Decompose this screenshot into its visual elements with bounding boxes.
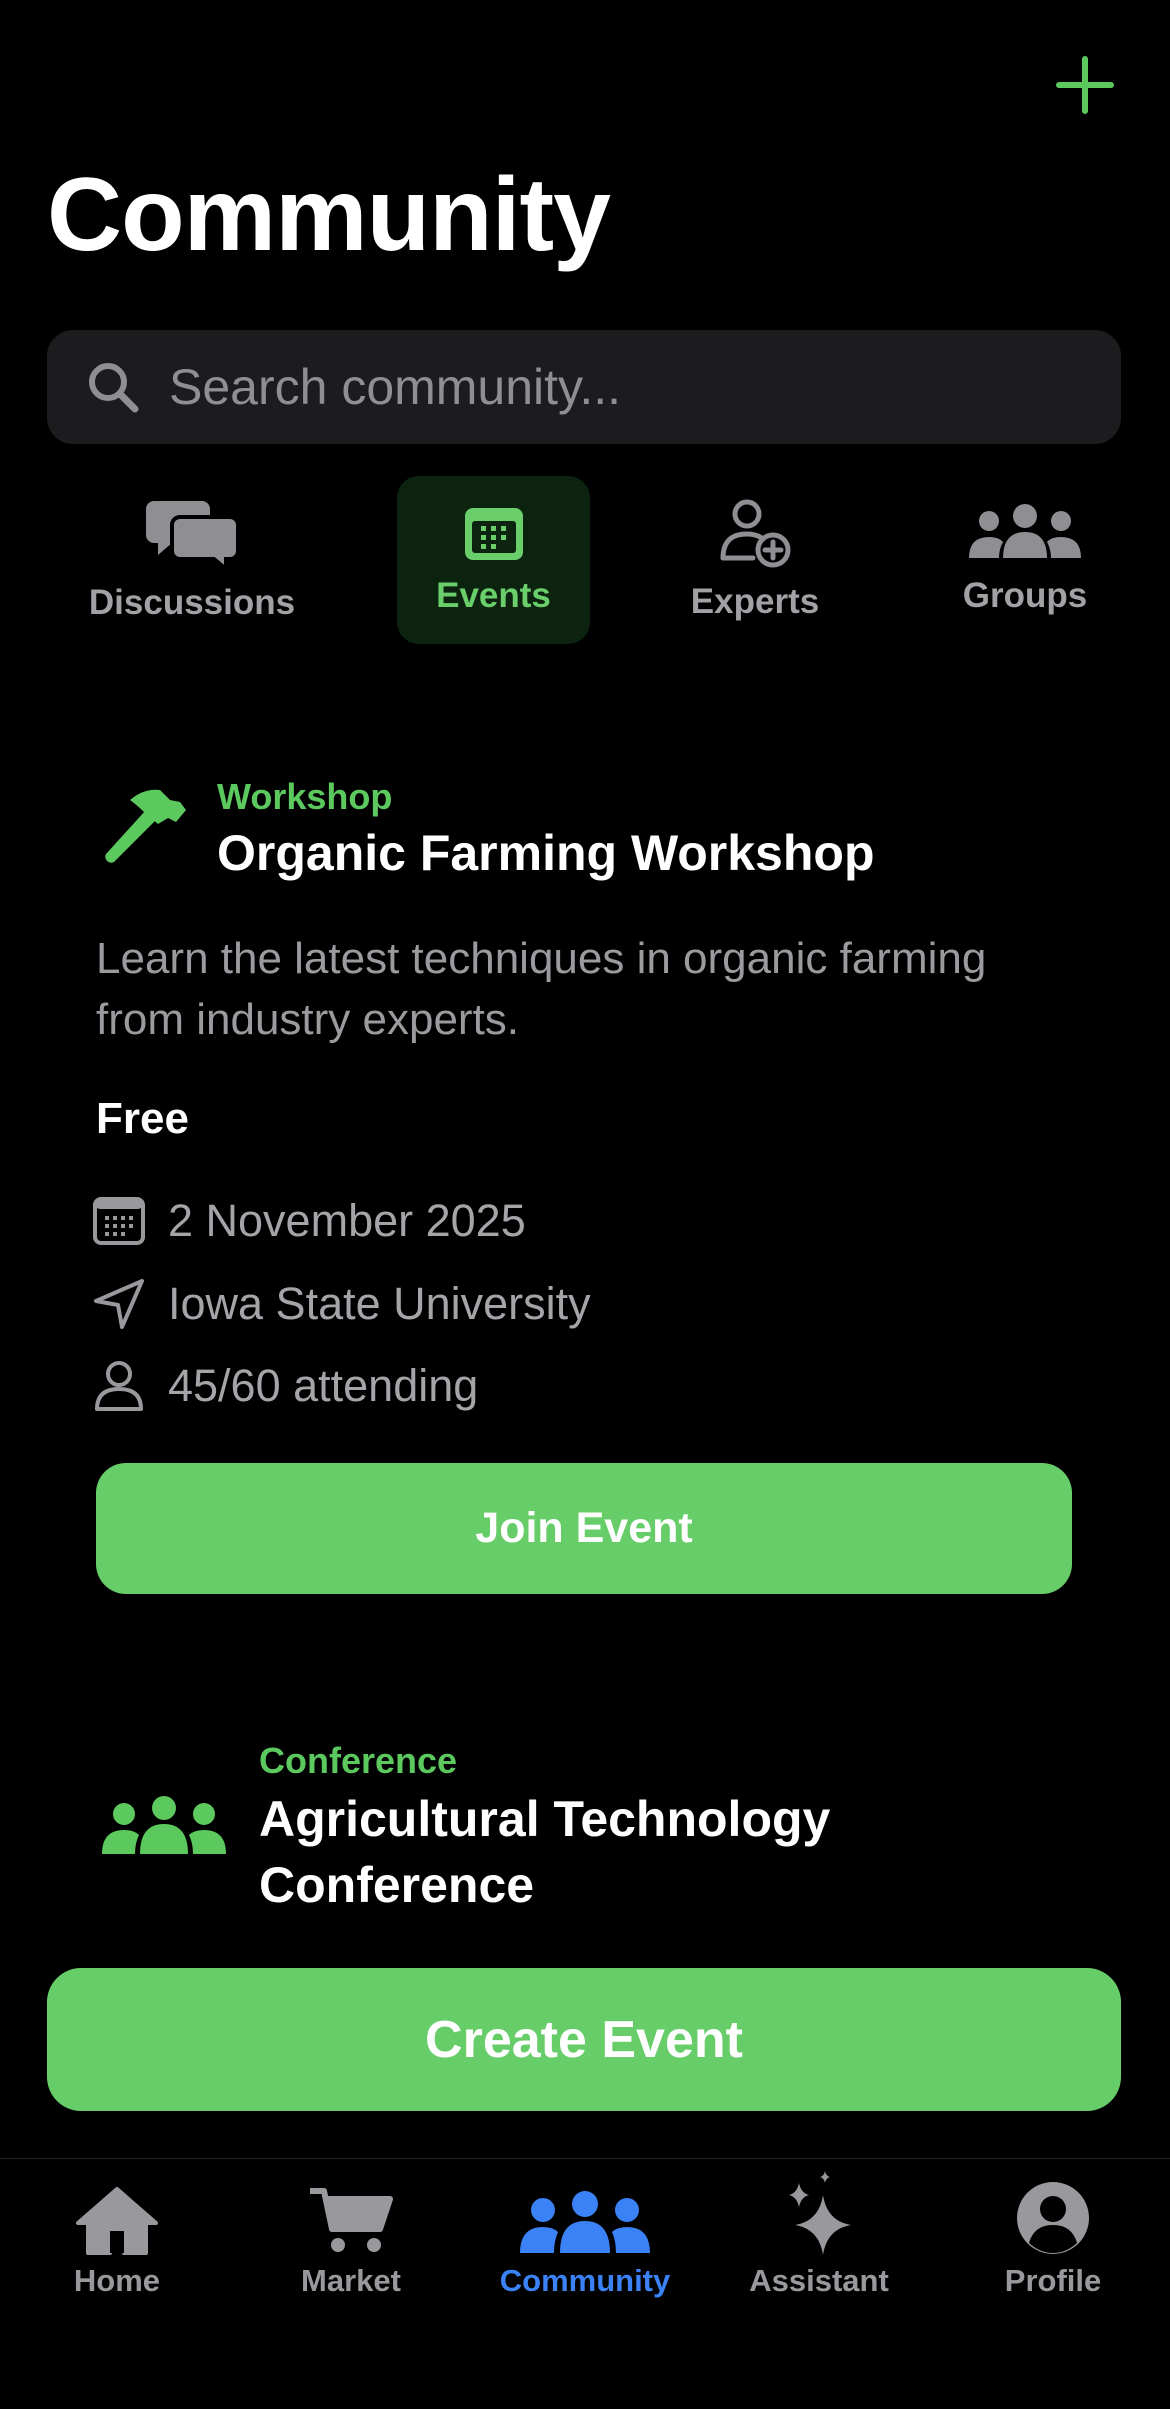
tab-market[interactable]: Market [234,2159,468,2299]
chat-bubbles-icon [146,501,238,569]
cart-icon [310,2188,393,2252]
tab-profile[interactable]: Profile [936,2159,1170,2299]
house-icon [76,2187,158,2255]
event-title: Organic Farming Workshop [217,825,875,881]
event-date-row: 2 November 2025 [92,1195,526,1247]
event-location: Iowa State University [168,1278,591,1329]
bottom-tab-bar: Home Market Community Assistant Profile [0,2158,1170,2409]
tab-discussions[interactable]: Discussions [72,476,312,644]
tab-community-label: Community [499,2263,671,2298]
search-icon [89,363,139,413]
event-description: Learn the latest techniques in organic f… [96,934,987,1044]
person-icon [95,1361,143,1411]
sparkles-icon [789,2171,851,2255]
create-event-button[interactable]: Create Event [47,1968,1121,2111]
calendar-icon [464,508,523,560]
people-group-icon [969,504,1081,558]
tab-home[interactable]: Home [0,2159,234,2299]
tab-experts[interactable]: Experts [670,476,840,644]
tab-community[interactable]: Community [468,2159,702,2299]
tab-assistant-label: Assistant [749,2263,889,2298]
tab-home-label: Home [73,2263,161,2298]
tab-groups[interactable]: Groups [935,476,1115,644]
event-title-line: Agricultural Technology [259,1791,831,1847]
tab-profile-label: Profile [1004,2263,1102,2298]
tab-events-label: Events [436,576,551,615]
event-title: Agricultural Technology Conference [259,1786,830,1918]
join-event-button[interactable]: Join Event [96,1463,1072,1594]
add-button[interactable] [1050,50,1120,120]
person-circle-icon [1017,2182,1089,2254]
location-arrow-icon [94,1279,144,1329]
event-location-row: Iowa State University [92,1277,591,1331]
page-title: Community [47,157,611,273]
person-add-icon [720,499,791,568]
event-type-label: Conference [259,1740,458,1781]
event-attendance-row: 45/60 attending [92,1359,478,1413]
event-type-label: Workshop [217,776,393,817]
event-title-line: Conference [259,1857,535,1913]
tab-experts-label: Experts [690,582,820,621]
search-bar[interactable] [47,330,1121,444]
event-attendance: 45/60 attending [168,1360,479,1411]
event-price: Free [96,1094,189,1143]
hammer-icon [105,789,186,863]
calendar-icon [93,1197,145,1245]
people-group-icon [102,1796,226,1854]
tab-discussions-label: Discussions [88,583,296,622]
tab-events[interactable]: Events [397,476,590,644]
event-date: 2 November 2025 [168,1195,526,1246]
tab-groups-label: Groups [962,576,1088,615]
tab-market-label: Market [301,2263,401,2298]
plus-icon [1056,56,1114,114]
tab-assistant[interactable]: Assistant [702,2159,936,2299]
people-group-icon [520,2191,650,2253]
search-input[interactable] [169,330,1121,444]
